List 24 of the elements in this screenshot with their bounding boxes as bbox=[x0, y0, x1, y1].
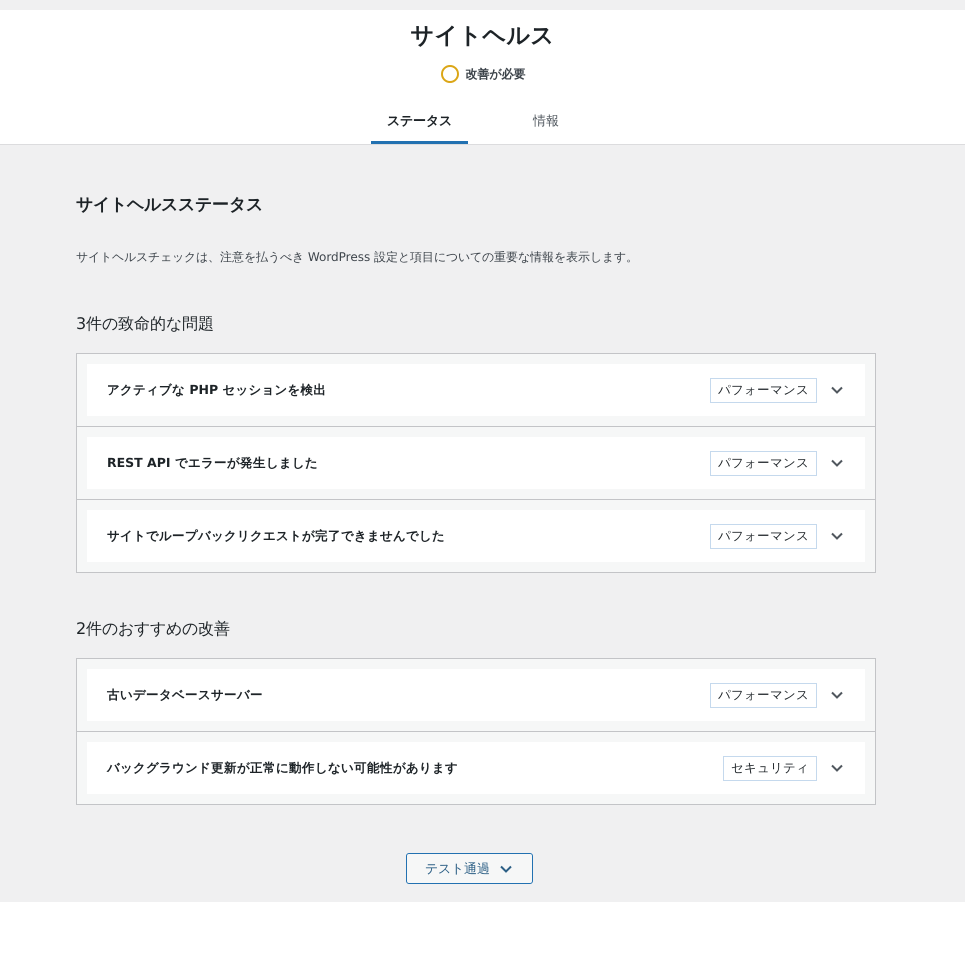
issue-label: アクティブな PHP セッションを検出 bbox=[107, 382, 328, 398]
status-ring-icon bbox=[440, 64, 460, 84]
status-label: 改善が必要 bbox=[466, 66, 526, 82]
category-badge: パフォーマンス bbox=[710, 524, 817, 548]
issue-label: REST API でエラーが発生しました bbox=[107, 454, 319, 472]
issue-row[interactable]: REST API でエラーが発生しました パフォーマンス bbox=[87, 437, 865, 489]
group-heading: 2件のおすすめの改善 bbox=[76, 619, 232, 640]
group-heading: 3件の致命的な問題 bbox=[76, 314, 216, 335]
description-text: サイトヘルスチェックは、注意を払うべき WordPress 設定と項目についての重要な情報を表示します。 bbox=[76, 249, 640, 266]
section-heading: サイトヘルスステータス bbox=[76, 194, 264, 217]
issue-label: サイトでループバックリクエストが完了できませんでした bbox=[107, 528, 446, 544]
issue-label: バックグラウンド更新が正常に動作しない可能性があります bbox=[107, 760, 459, 776]
category-badge: セキュリティ bbox=[723, 756, 817, 780]
category-badge: パフォーマンス bbox=[710, 450, 817, 476]
category-badge: パフォーマンス bbox=[710, 682, 817, 708]
issue-row[interactable]: アクティブな PHP セッションを検出 パフォーマンス bbox=[87, 364, 865, 416]
category-badge: パフォーマンス bbox=[710, 378, 817, 402]
issue-row[interactable]: バックグラウンド更新が正常に動作しない可能性があります セキュリティ bbox=[87, 742, 865, 794]
passed-tests-button[interactable]: テスト通過 bbox=[406, 853, 533, 884]
issue-row[interactable]: 古いデータベースサーバー パフォーマンス bbox=[87, 669, 865, 721]
issue-label: 古いデータベースサーバー bbox=[107, 686, 264, 704]
tab[interactable]: 情報 bbox=[468, 100, 624, 144]
issue-row[interactable]: サイトでループバックリクエストが完了できませんでした パフォーマンス bbox=[87, 510, 865, 562]
page-title: サイトヘルス bbox=[410, 22, 554, 50]
